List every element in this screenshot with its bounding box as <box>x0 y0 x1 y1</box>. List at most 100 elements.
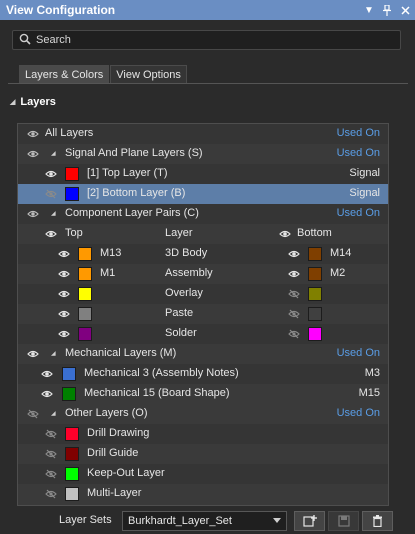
layer-pair-row[interactable]: M13 3D Body M14 <box>18 244 388 264</box>
layers-section-title: Layers <box>20 96 56 108</box>
layer-row-top[interactable]: [1] Top Layer (T) Signal <box>18 164 388 184</box>
eye-icon[interactable] <box>57 309 71 319</box>
eye-hidden-icon[interactable] <box>44 429 58 439</box>
layer-pair-row[interactable]: Solder <box>18 324 388 344</box>
tab-view-options[interactable]: View Options <box>110 65 187 83</box>
delete-layer-set-button[interactable] <box>362 511 393 531</box>
eye-hidden-icon[interactable] <box>44 449 58 459</box>
eye-icon[interactable] <box>57 269 71 279</box>
layer-color-swatch[interactable] <box>308 327 322 341</box>
save-icon <box>337 515 350 527</box>
search-input[interactable]: Search <box>12 30 401 50</box>
layer-color-swatch[interactable] <box>78 327 92 341</box>
eye-hidden-icon[interactable] <box>44 189 58 199</box>
eye-icon[interactable] <box>40 369 54 379</box>
layer-color-swatch[interactable] <box>78 247 92 261</box>
expand-caret-icon[interactable]: ◢ <box>51 410 56 417</box>
used-on-link[interactable]: Used On <box>337 407 380 419</box>
layer-color-swatch[interactable] <box>65 167 79 181</box>
eye-icon[interactable] <box>26 149 40 159</box>
pin-icon[interactable] <box>379 2 395 18</box>
eye-icon[interactable] <box>26 209 40 219</box>
layer-color-swatch[interactable] <box>78 287 92 301</box>
layer-row-other[interactable]: Keep-Out Layer <box>18 464 388 484</box>
tab-layers-colors[interactable]: Layers & Colors <box>19 65 110 83</box>
pair-name: Overlay <box>165 287 203 299</box>
layer-color-swatch[interactable] <box>308 267 322 281</box>
layers-section-header[interactable]: ◢ Layers <box>10 96 56 108</box>
layer-row-mechanical[interactable]: Mechanical 3 (Assembly Notes) M3 <box>18 364 388 384</box>
eye-icon[interactable] <box>57 329 71 339</box>
layer-row-all[interactable]: All Layers Used On <box>18 124 388 144</box>
layer-color-swatch[interactable] <box>62 387 76 401</box>
eye-icon[interactable] <box>278 229 292 239</box>
pair-name: Solder <box>165 327 197 339</box>
eye-hidden-icon[interactable] <box>287 289 301 299</box>
layer-pair-row[interactable]: Overlay <box>18 284 388 304</box>
layer-color-swatch[interactable] <box>65 427 79 441</box>
layer-color-swatch[interactable] <box>78 307 92 321</box>
eye-icon[interactable] <box>26 129 40 139</box>
eye-hidden-icon[interactable] <box>287 309 301 319</box>
layer-name: [2] Bottom Layer (B) <box>87 187 186 199</box>
layer-row-other[interactable]: Multi-Layer <box>18 484 388 504</box>
eye-icon[interactable] <box>57 249 71 259</box>
menu-dropdown-icon[interactable]: ▼ <box>361 2 377 18</box>
eye-icon[interactable] <box>44 229 58 239</box>
eye-icon[interactable] <box>57 289 71 299</box>
eye-hidden-icon[interactable] <box>26 409 40 419</box>
expand-caret-icon[interactable]: ◢ <box>51 350 56 357</box>
layers-panel: All Layers Used On ◢ Signal And Plane Layer… <box>17 123 389 506</box>
pair-name: Assembly <box>165 267 213 279</box>
add-icon <box>302 515 317 527</box>
save-layer-set-button[interactable] <box>328 511 359 531</box>
layer-color-swatch[interactable] <box>65 487 79 501</box>
used-on-link[interactable]: Used On <box>337 147 380 159</box>
layer-row-mechanical[interactable]: Mechanical 15 (Board Shape) M15 <box>18 384 388 404</box>
eye-icon[interactable] <box>44 169 58 179</box>
expand-caret-icon[interactable]: ◢ <box>51 150 56 157</box>
eye-hidden-icon[interactable] <box>44 469 58 479</box>
layer-pair-row[interactable]: Paste <box>18 304 388 324</box>
eye-hidden-icon[interactable] <box>287 329 301 339</box>
eye-icon[interactable] <box>40 389 54 399</box>
eye-hidden-icon[interactable] <box>44 489 58 499</box>
eye-icon[interactable] <box>287 269 301 279</box>
expand-caret-icon[interactable]: ◢ <box>51 210 56 217</box>
layer-color-swatch[interactable] <box>78 267 92 281</box>
trash-icon <box>373 515 382 527</box>
tab-bar: Layers & Colors View Options <box>19 65 188 83</box>
eye-icon[interactable] <box>287 249 301 259</box>
layer-color-swatch[interactable] <box>308 247 322 261</box>
layer-color-swatch[interactable] <box>65 447 79 461</box>
pair-header-top: Top <box>65 227 83 239</box>
layer-color-swatch[interactable] <box>308 307 322 321</box>
used-on-link[interactable]: Used On <box>337 347 380 359</box>
layer-color-swatch[interactable] <box>62 367 76 381</box>
title-bar: View Configuration ▼ <box>0 0 415 20</box>
layer-row-bottom[interactable]: [2] Bottom Layer (B) Signal <box>18 184 388 204</box>
used-on-link[interactable]: Used On <box>337 127 380 139</box>
layer-pair-row[interactable]: M1 Assembly M2 <box>18 264 388 284</box>
layer-row-other[interactable]: Drill Guide <box>18 444 388 464</box>
group-mechanical[interactable]: ◢ Mechanical Layers (M) Used On <box>18 344 388 364</box>
component-group-label: Component Layer Pairs (C) <box>65 207 199 219</box>
layer-name: Mechanical 15 (Board Shape) <box>84 387 230 399</box>
layer-row-other[interactable]: Drill Drawing <box>18 424 388 444</box>
layer-set-select[interactable]: Burkhardt_Layer_Set <box>122 511 287 531</box>
close-icon[interactable] <box>397 2 413 18</box>
group-component[interactable]: ◢ Component Layer Pairs (C) Used On <box>18 204 388 224</box>
layer-type: Signal <box>349 167 380 179</box>
eye-icon[interactable] <box>26 349 40 359</box>
used-on-link[interactable]: Used On <box>337 207 380 219</box>
other-group-label: Other Layers (O) <box>65 407 148 419</box>
group-signal[interactable]: ◢ Signal And Plane Layers (S) Used On <box>18 144 388 164</box>
layer-color-swatch[interactable] <box>308 287 322 301</box>
add-layer-set-button[interactable] <box>294 511 325 531</box>
top-layer-name: M1 <box>100 267 116 279</box>
layer-color-swatch[interactable] <box>65 467 79 481</box>
pair-header-row[interactable]: Top Layer Bottom <box>18 224 388 244</box>
pair-header-bottom: Bottom <box>297 227 332 239</box>
group-other[interactable]: ◢ Other Layers (O) Used On <box>18 404 388 424</box>
layer-color-swatch[interactable] <box>65 187 79 201</box>
